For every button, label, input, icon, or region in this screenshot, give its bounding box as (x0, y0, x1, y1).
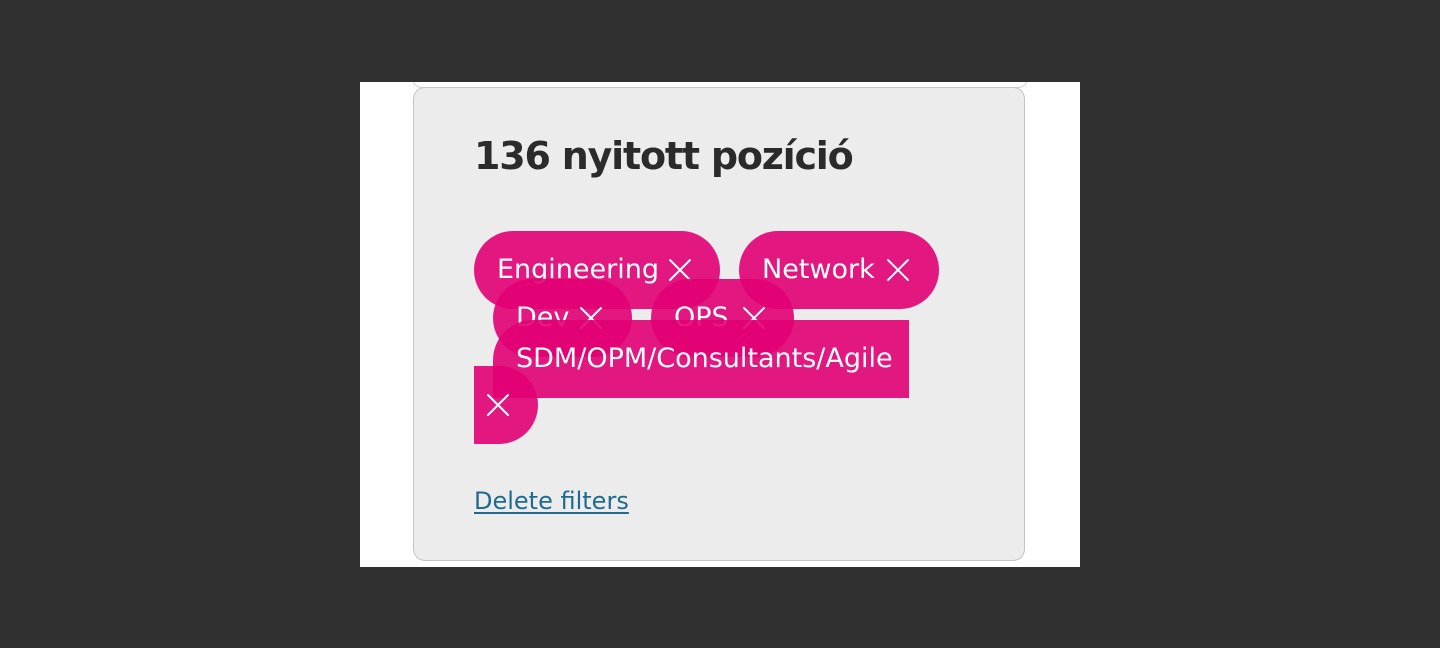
filter-chip-sdm-opm-consultants-agile[interactable]: SDM/OPM/Consultants/Agile (493, 320, 909, 398)
filter-panel: 136 nyitott pozíció Engineering Network … (413, 87, 1025, 561)
filter-chip-label: SDM/OPM/Consultants/Agile (516, 343, 893, 374)
close-icon[interactable] (486, 393, 510, 417)
app-viewport: 136 nyitott pozíció Engineering Network … (360, 82, 1080, 567)
close-icon[interactable] (886, 258, 910, 282)
page-backdrop: 136 nyitott pozíció Engineering Network … (0, 0, 1440, 648)
filter-chip-label: Network (762, 254, 875, 285)
delete-filters-link[interactable]: Delete filters (474, 486, 629, 516)
open-positions-title: 136 nyitott pozíció (474, 134, 854, 178)
